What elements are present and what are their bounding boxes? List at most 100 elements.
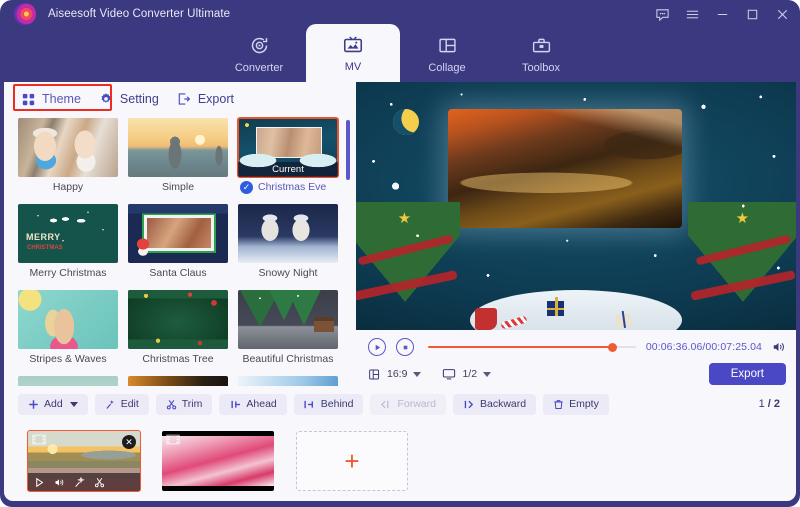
tab-collage[interactable]: Collage: [400, 26, 494, 82]
scissors-icon: [166, 399, 177, 410]
theme-item-partial-1[interactable]: [18, 376, 118, 386]
theme-label: Christmas Eve: [258, 181, 327, 193]
theme-item-partial-3[interactable]: [238, 376, 338, 386]
sleigh-decoration: [48, 214, 94, 226]
subtab-theme[interactable]: Theme: [16, 88, 93, 110]
move-forward-icon: [380, 399, 392, 410]
tab-collage-label: Collage: [428, 61, 466, 74]
trim-button-label: Trim: [181, 398, 203, 410]
subtab-setting[interactable]: Setting: [93, 88, 171, 110]
chevron-down-icon[interactable]: [413, 371, 422, 377]
close-icon[interactable]: [774, 6, 790, 22]
theme-thumbnail: [128, 204, 228, 263]
edit-button[interactable]: Edit: [94, 393, 149, 415]
santa-decoration: [130, 233, 156, 260]
seek-fill: [428, 345, 612, 349]
theme-item-stripes-waves[interactable]: Stripes & Waves: [18, 290, 118, 369]
seek-slider[interactable]: [428, 340, 636, 354]
theme-list-scrollbar[interactable]: [346, 118, 350, 386]
insert-behind-icon: [304, 399, 316, 410]
play-circle-icon[interactable]: [368, 338, 386, 356]
theme-item-happy[interactable]: Happy: [18, 118, 118, 197]
check-icon: ✓: [240, 180, 253, 194]
magic-wand-icon[interactable]: [74, 476, 85, 488]
clip-item-2[interactable]: [162, 431, 274, 491]
scissors-icon[interactable]: [94, 477, 105, 488]
backward-button-label: Backward: [479, 398, 527, 410]
feedback-icon[interactable]: [654, 6, 670, 22]
seek-handle[interactable]: [607, 342, 617, 352]
minimize-icon[interactable]: [714, 6, 730, 22]
theme-item-simple[interactable]: Simple: [128, 118, 228, 197]
magic-wand-icon: [105, 399, 116, 410]
theme-label: Happy: [52, 181, 84, 193]
backward-button[interactable]: Backward: [452, 393, 537, 415]
volume-icon[interactable]: [772, 340, 786, 354]
player-controls: 00:06:36.06/00:07:25.04 16:9 1/2 Export: [356, 330, 796, 392]
theme-label: Snowy Night: [258, 267, 318, 279]
page-current: 1: [758, 398, 765, 410]
behind-button[interactable]: Behind: [293, 393, 364, 415]
add-clip-button[interactable]: +: [296, 431, 408, 491]
ahead-button-label: Ahead: [246, 398, 277, 410]
app-window: Aiseesoft Video Converter Ultimate Conve…: [0, 0, 800, 507]
forward-button[interactable]: Forward: [370, 393, 446, 415]
add-button[interactable]: Add: [18, 393, 88, 415]
theme-thumbnail: [238, 376, 338, 386]
theme-thumbnail: MERRY CHRISTMAS: [18, 204, 118, 263]
current-badge: Current: [238, 162, 338, 177]
toolbox-icon: [531, 35, 552, 57]
stop-circle-icon[interactable]: [396, 338, 414, 356]
maximize-icon[interactable]: [744, 6, 760, 22]
time-display: 00:06:36.06/00:07:25.04: [645, 341, 762, 353]
theme-thumbnail: [238, 204, 338, 263]
export-icon: [177, 92, 191, 106]
film-icon: [166, 434, 180, 445]
page-separator: /: [767, 398, 771, 410]
menu-icon[interactable]: [684, 6, 700, 22]
edit-button-label: Edit: [120, 398, 139, 410]
theme-thumbnail: [128, 376, 228, 386]
subtab-export[interactable]: Export: [171, 88, 246, 110]
clip-item-1[interactable]: ✕: [27, 430, 141, 492]
aspect-ratio-value: 16:9: [387, 368, 408, 380]
photo-frame-decoration: [144, 214, 214, 252]
export-button[interactable]: Export: [708, 363, 786, 385]
remove-clip-icon[interactable]: ✕: [122, 435, 136, 449]
tab-converter-label: Converter: [234, 61, 284, 74]
theme-item-snowy-night[interactable]: Snowy Night: [238, 204, 338, 283]
tab-toolbox[interactable]: Toolbox: [494, 26, 588, 82]
theme-item-christmas-tree[interactable]: Christmas Tree: [128, 290, 228, 369]
theme-item-merry-christmas[interactable]: MERRY CHRISTMAS Merry Christmas: [18, 204, 118, 283]
tab-converter[interactable]: Converter: [212, 26, 306, 82]
theme-label: Merry Christmas: [29, 267, 107, 279]
monitor-icon: [442, 367, 456, 381]
video-preview[interactable]: [356, 82, 796, 330]
move-backward-icon: [463, 399, 475, 410]
theme-item-beautiful-christmas[interactable]: Beautiful Christmas: [238, 290, 338, 369]
mv-icon: [342, 34, 364, 56]
snowfall-overlay: [356, 82, 796, 330]
screen-split-select[interactable]: 1/2: [442, 367, 492, 381]
tab-mv[interactable]: MV: [306, 24, 400, 82]
theme-panel: Theme Setting Export Happy Simple Curren…: [4, 82, 356, 387]
theme-item-partial-2[interactable]: [128, 376, 228, 386]
theme-item-christmas-eve[interactable]: Current ✓ Christmas Eve: [237, 117, 339, 197]
film-icon: [32, 434, 46, 445]
empty-button[interactable]: Empty: [543, 393, 609, 415]
sub-tab-bar: Theme Setting Export: [4, 84, 356, 114]
theme-thumbnail: Current: [237, 117, 339, 178]
trim-button[interactable]: Trim: [155, 393, 213, 415]
converter-icon: [249, 35, 270, 57]
play-icon[interactable]: [34, 477, 45, 488]
clip-tools: [28, 473, 140, 491]
player-options-row: 16:9 1/2 Export: [368, 362, 786, 386]
ahead-button[interactable]: Ahead: [219, 393, 287, 415]
chevron-down-icon[interactable]: [69, 401, 78, 407]
volume-icon[interactable]: [54, 477, 65, 488]
chevron-down-icon[interactable]: [483, 371, 492, 377]
theme-list[interactable]: Happy Simple Current ✓ Christmas Eve MER…: [4, 114, 356, 386]
theme-item-santa-claus[interactable]: Santa Claus: [128, 204, 228, 283]
aspect-ratio-select[interactable]: 16:9: [368, 368, 422, 381]
merry-text-line1: MERRY: [26, 232, 61, 243]
